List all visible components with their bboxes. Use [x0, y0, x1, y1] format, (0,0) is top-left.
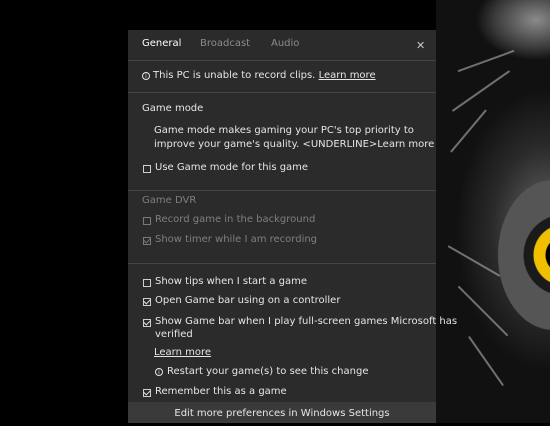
- use-game-mode-label: Use Game mode for this game: [155, 162, 309, 173]
- game-mode-description-1: Game mode makes gaming your PC's top pri…: [154, 125, 414, 136]
- restart-note: Restart your game(s) to see this change: [167, 366, 369, 377]
- settings-tabs: General Broadcast Audio ✕: [128, 30, 436, 60]
- use-game-mode-checkbox[interactable]: [143, 165, 151, 173]
- record-background-checkbox: [143, 217, 151, 225]
- info-icon: i: [142, 72, 150, 80]
- show-tips-label: Show tips when I start a game: [155, 276, 308, 287]
- show-tips-checkbox[interactable]: [143, 279, 151, 287]
- desktop-wallpaper: [436, 0, 550, 423]
- fullscreen-game-bar-label-1: Show Game bar when I play full-screen ga…: [155, 316, 458, 327]
- game-mode-description-2: improve your game's quality. <UNDERLINE>…: [154, 139, 435, 150]
- close-icon[interactable]: ✕: [416, 39, 425, 52]
- game-bar-settings-panel: General Broadcast Audio ✕ i This PC is u…: [128, 30, 457, 423]
- learn-more-link[interactable]: Learn more: [154, 346, 211, 360]
- divider: [128, 92, 436, 93]
- record-background-label: Record game in the background: [155, 214, 316, 225]
- record-notice: This PC is unable to record clips. Learn…: [153, 69, 376, 83]
- fullscreen-game-bar-checkbox[interactable]: [143, 319, 151, 327]
- owl-feather: [451, 70, 511, 112]
- info-icon: i: [155, 368, 163, 376]
- owl-feather: [450, 109, 487, 153]
- owl-feather: [447, 245, 501, 277]
- owl-feather: [457, 285, 509, 337]
- owl-feather: [467, 335, 505, 387]
- tab-general[interactable]: General: [142, 38, 181, 49]
- owl-feather: [457, 49, 515, 73]
- game-mode-heading: Game mode: [142, 103, 204, 114]
- show-timer-label: Show timer while I am recording: [155, 234, 318, 245]
- open-game-bar-checkbox[interactable]: [143, 298, 151, 306]
- edit-preferences-button[interactable]: Edit more preferences in Windows Setting…: [128, 402, 436, 423]
- notice-learn-more-link[interactable]: Learn more: [319, 70, 376, 81]
- notice-text: This PC is unable to record clips.: [153, 70, 316, 81]
- owl-eye: [498, 180, 550, 330]
- remember-game-label: Remember this as a game: [155, 386, 287, 397]
- show-timer-checkbox: [143, 237, 151, 245]
- open-game-bar-label: Open Game bar using on a controller: [155, 295, 341, 306]
- tab-audio[interactable]: Audio: [271, 38, 299, 49]
- divider: [128, 263, 436, 264]
- divider: [128, 190, 436, 191]
- remember-game-checkbox[interactable]: [143, 389, 151, 397]
- divider: [128, 60, 436, 61]
- fullscreen-game-bar-label-2: verified: [155, 329, 193, 340]
- game-dvr-heading: Game DVR: [142, 195, 197, 206]
- tab-broadcast[interactable]: Broadcast: [200, 38, 250, 49]
